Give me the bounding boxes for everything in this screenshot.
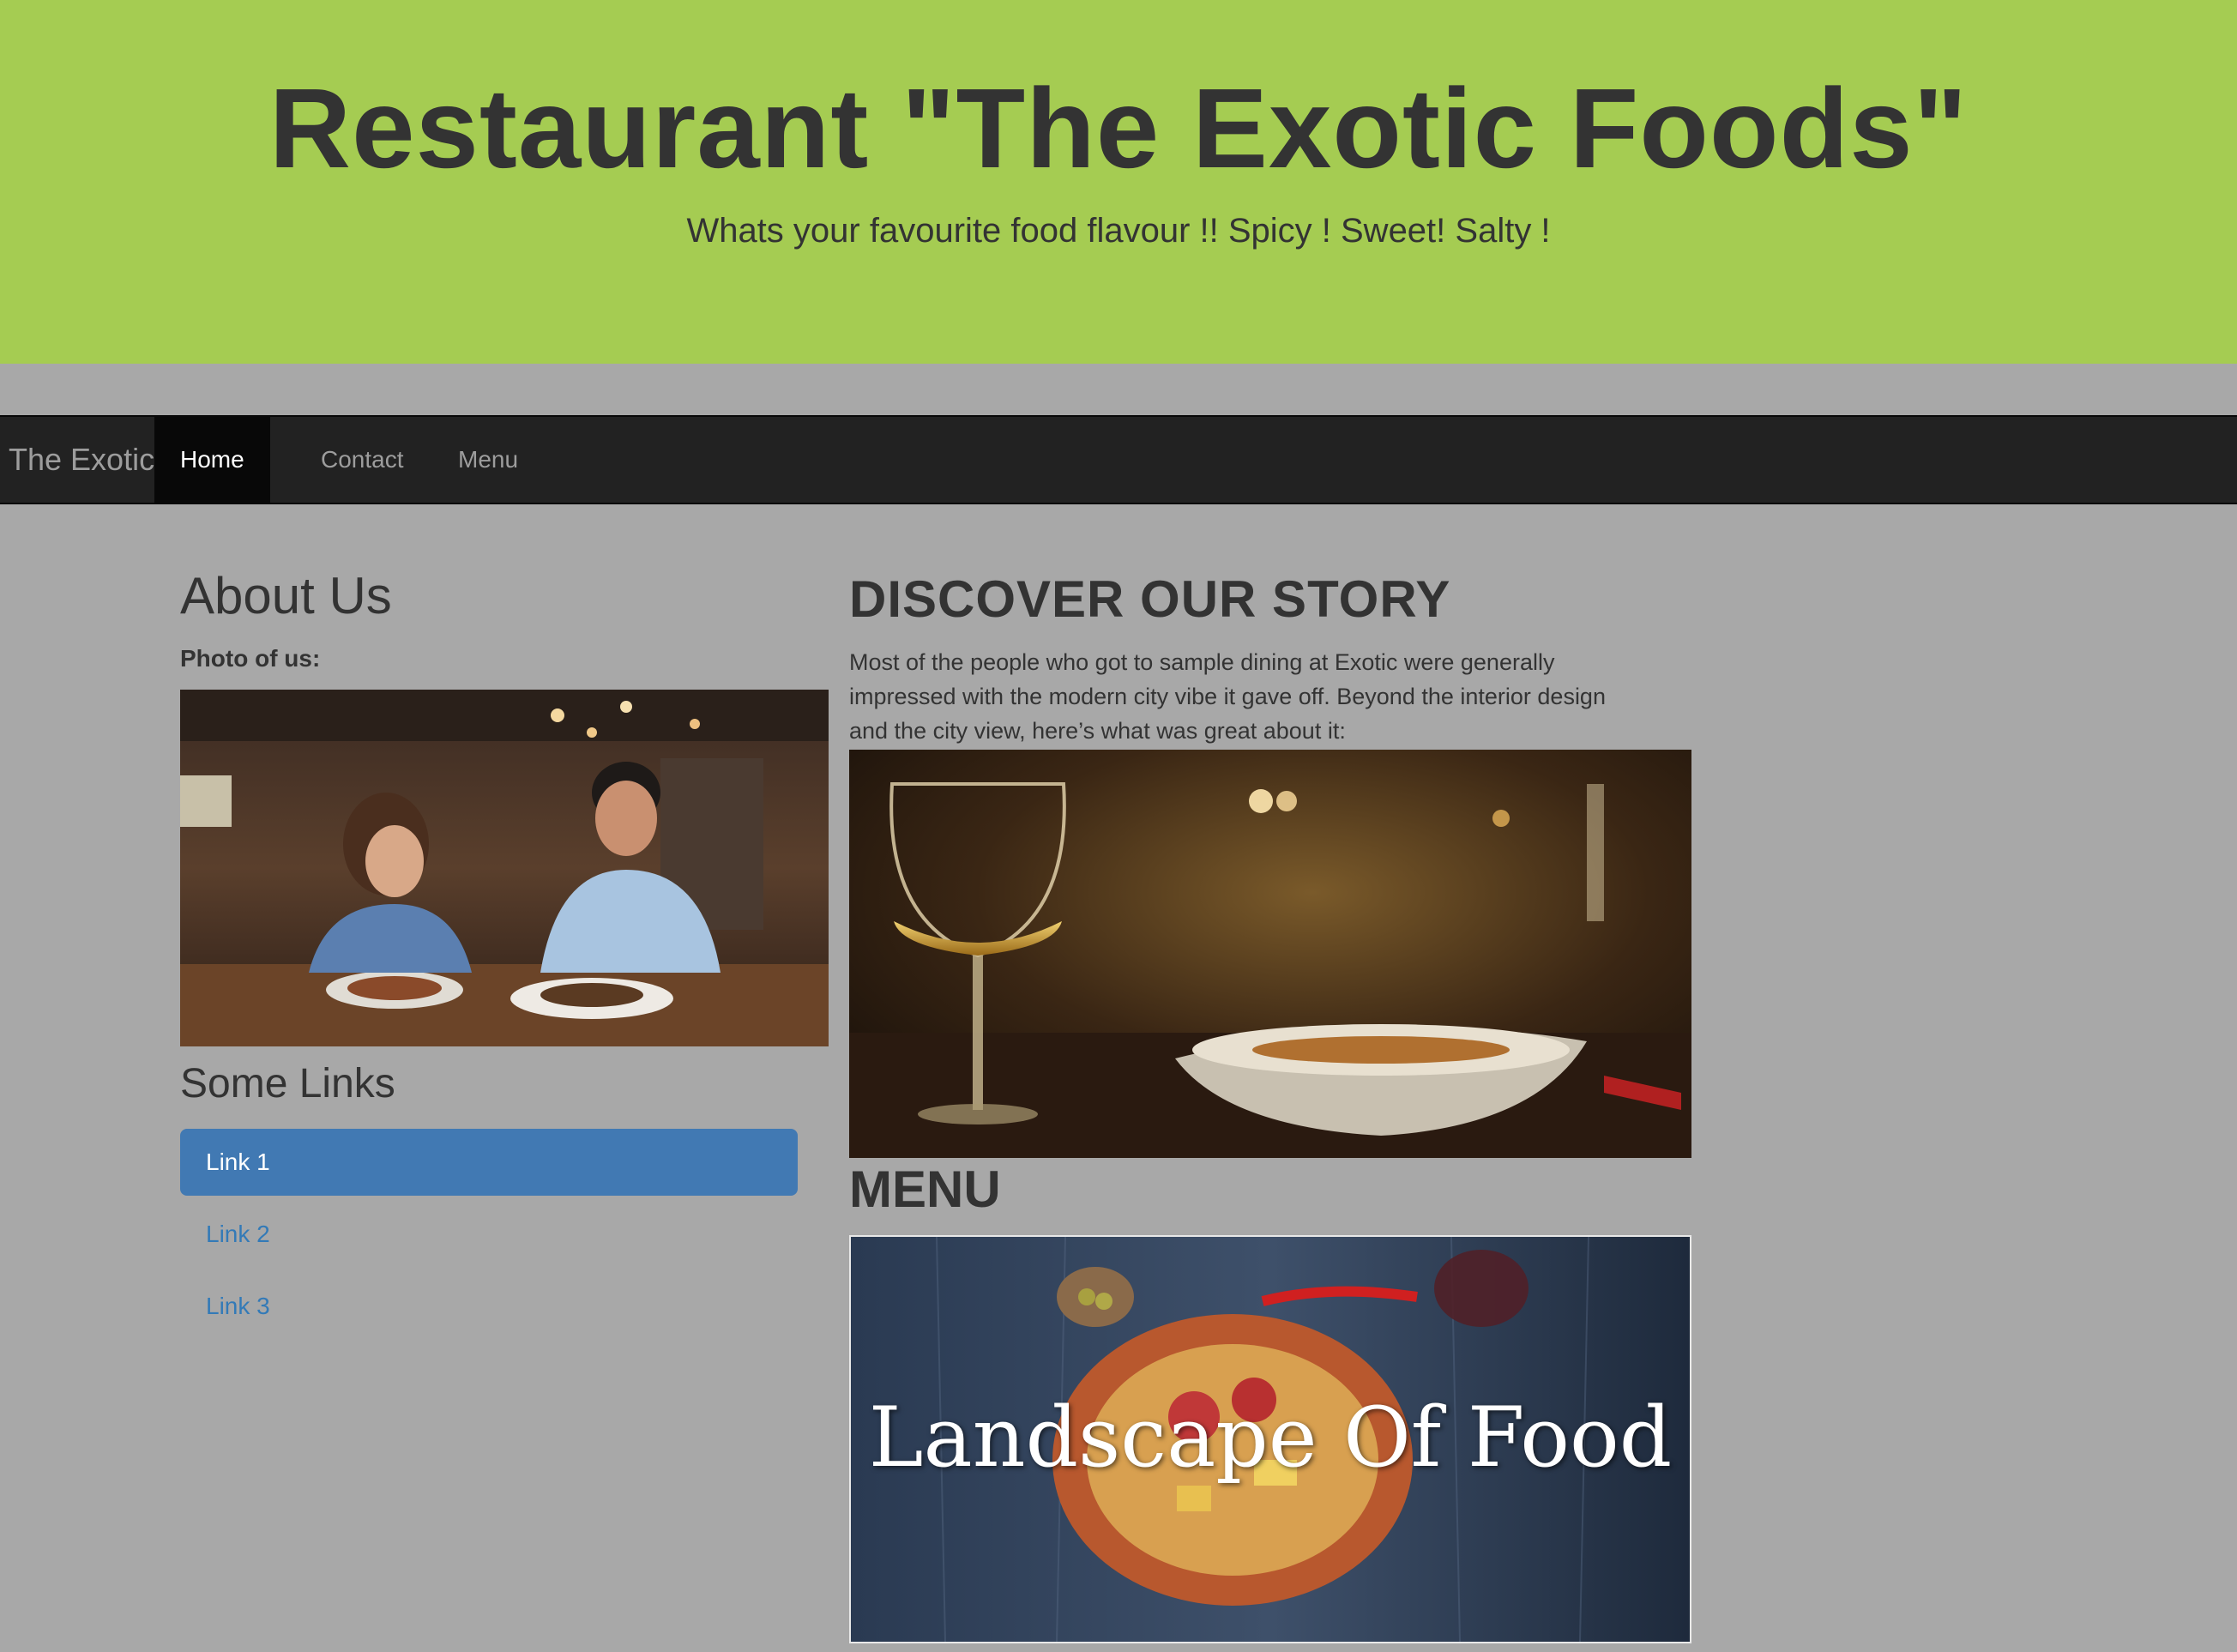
couple-dining-photo [180,690,829,1046]
nav-item-contact[interactable]: Contact [295,417,430,503]
story-title: DISCOVER OUR STORY [849,570,1451,628]
wine-glass-photo [849,750,1691,1158]
menu-title: MENU [849,1161,1001,1218]
photo-label: Photo of us: [180,645,321,672]
header-jumbotron: Restaurant "The Exotic Foods" Whats your… [0,0,2237,364]
food-landscape-photo: Landscape Of Food [849,1235,1691,1643]
links-title: Some Links [180,1061,395,1106]
top-navbar: The Exotic Home Contact Menu [0,415,2237,504]
about-title: About Us [180,567,392,624]
link-3[interactable]: Link 3 [180,1273,798,1340]
nav-item-menu[interactable]: Menu [432,417,544,503]
menu-image-caption: Landscape Of Food [868,1390,1673,1486]
site-subtitle: Whats your favourite food flavour !! Spi… [686,212,1551,250]
nav-item-home[interactable]: Home [154,417,270,503]
navbar-brand[interactable]: The Exotic [9,417,154,503]
story-text: Most of the people who got to sample din… [849,649,1606,744]
link-2[interactable]: Link 2 [180,1201,798,1268]
site-title: Restaurant "The Exotic Foods" [268,65,1969,191]
link-1[interactable]: Link 1 [180,1129,798,1196]
